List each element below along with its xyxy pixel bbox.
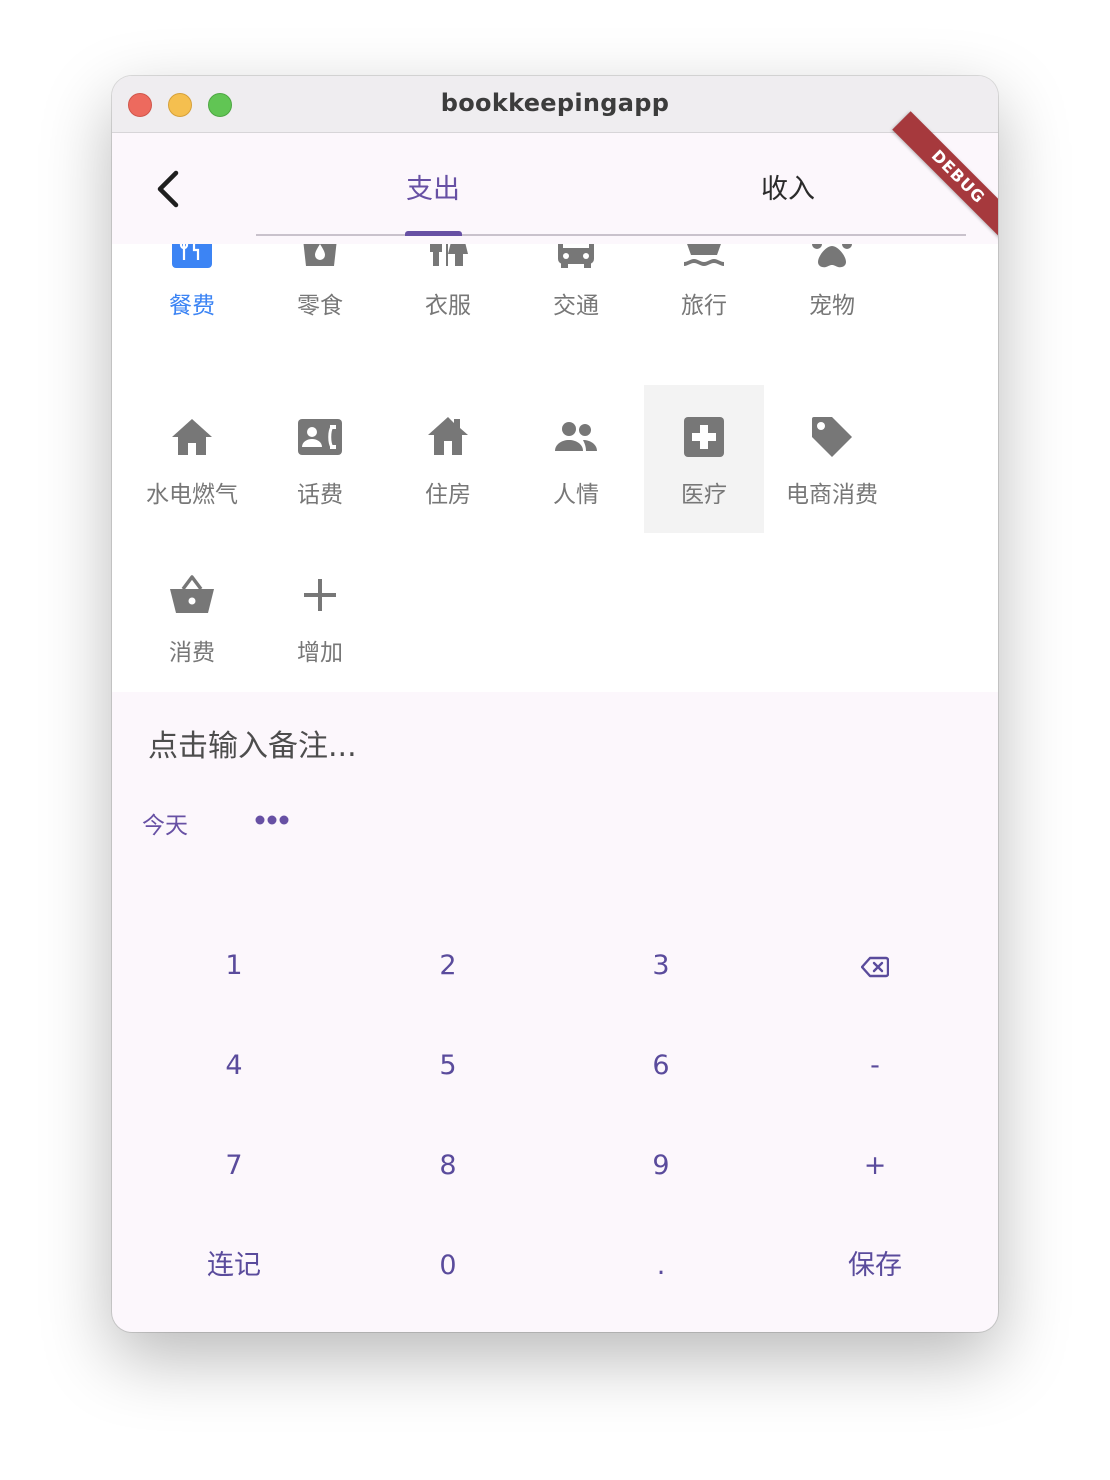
people-icon — [555, 422, 597, 451]
app-window: bookkeepingapp 支出 收入 DEBUG 餐费 零食 衣服 交通 旅… — [112, 76, 998, 1332]
key-3[interactable]: 3 — [554, 916, 768, 1016]
category-utilities[interactable]: 水电燃气 — [132, 385, 252, 533]
snack-icon — [303, 244, 337, 266]
key-4[interactable]: 4 — [127, 1016, 341, 1116]
category-phone-bill[interactable]: 话费 — [260, 385, 380, 533]
category-label: 宠物 — [809, 293, 855, 319]
backspace-icon — [860, 956, 890, 977]
paw-icon — [812, 244, 852, 268]
tab-income[interactable]: 收入 — [688, 167, 888, 206]
tab-indicator — [405, 231, 462, 236]
category-label: 医疗 — [681, 482, 727, 508]
category-label: 住房 — [425, 482, 471, 508]
category-label: 人情 — [553, 482, 599, 508]
phone-contact-icon — [298, 419, 342, 455]
key-5[interactable]: 5 — [341, 1016, 555, 1116]
key-1[interactable]: 1 — [127, 916, 341, 1016]
category-label: 话费 — [297, 482, 343, 508]
category-label: 旅行 — [681, 293, 727, 319]
more-button[interactable] — [252, 808, 292, 832]
category-housing[interactable]: 住房 — [388, 385, 508, 533]
category-travel[interactable]: 旅行 — [644, 244, 764, 344]
category-label: 消费 — [169, 640, 215, 666]
category-restaurant[interactable]: 餐费 — [132, 244, 252, 344]
basket-icon — [170, 575, 214, 613]
category-label: 电商消费 — [786, 482, 878, 508]
home-icon — [172, 419, 212, 455]
category-add[interactable]: 增加 — [260, 543, 380, 691]
category-grid: 餐费 零食 衣服 交通 旅行 宠物 水电燃气 话费 住房 人情 医疗 电商消费 … — [112, 244, 998, 692]
key-minus[interactable]: - — [768, 1016, 982, 1116]
save-button[interactable]: 保存 — [768, 1216, 982, 1316]
window-title: bookkeepingapp — [440, 89, 670, 117]
wc-icon — [430, 244, 468, 266]
more-dots-icon — [255, 815, 289, 825]
continuous-record-button[interactable]: 连记 — [127, 1216, 341, 1316]
key-2[interactable]: 2 — [341, 916, 555, 1016]
category-label: 水电燃气 — [146, 482, 238, 508]
restaurant-icon — [172, 244, 212, 268]
title-bar: bookkeepingapp — [112, 76, 998, 133]
app-bar: 支出 收入 — [112, 133, 998, 243]
category-medical[interactable]: 医疗 — [644, 385, 764, 533]
key-plus[interactable]: + — [768, 1116, 982, 1216]
key-dot[interactable]: . — [554, 1216, 768, 1316]
key-0[interactable]: 0 — [341, 1216, 555, 1316]
key-7[interactable]: 7 — [127, 1116, 341, 1216]
category-ecommerce[interactable]: 电商消费 — [772, 385, 892, 533]
category-clothes[interactable]: 衣服 — [388, 244, 508, 344]
category-label: 衣服 — [425, 293, 471, 319]
key-6[interactable]: 6 — [554, 1016, 768, 1116]
category-label: 交通 — [553, 293, 599, 319]
category-transport[interactable]: 交通 — [516, 244, 636, 344]
category-label: 餐费 — [169, 293, 215, 319]
back-button[interactable] — [148, 167, 190, 211]
tab-divider — [256, 234, 966, 236]
category-pet[interactable]: 宠物 — [772, 244, 892, 344]
category-social[interactable]: 人情 — [516, 385, 636, 533]
date-button[interactable]: 今天 — [142, 806, 188, 840]
category-label: 零食 — [297, 293, 343, 319]
bus-icon — [558, 244, 594, 268]
house-icon — [428, 417, 468, 455]
tab-expense[interactable]: 支出 — [333, 167, 533, 206]
key-8[interactable]: 8 — [341, 1116, 555, 1216]
backspace-button[interactable] — [768, 916, 982, 1016]
back-arrow-icon — [157, 170, 179, 208]
tag-icon — [812, 417, 852, 457]
key-9[interactable]: 9 — [554, 1116, 768, 1216]
category-shopping[interactable]: 消费 — [132, 543, 252, 691]
ferry-icon — [684, 244, 724, 266]
category-label: 增加 — [297, 640, 343, 666]
category-snack[interactable]: 零食 — [260, 244, 380, 344]
plus-icon — [304, 579, 336, 611]
medical-icon — [684, 417, 724, 457]
note-input[interactable]: 点击输入备注... — [148, 721, 357, 765]
